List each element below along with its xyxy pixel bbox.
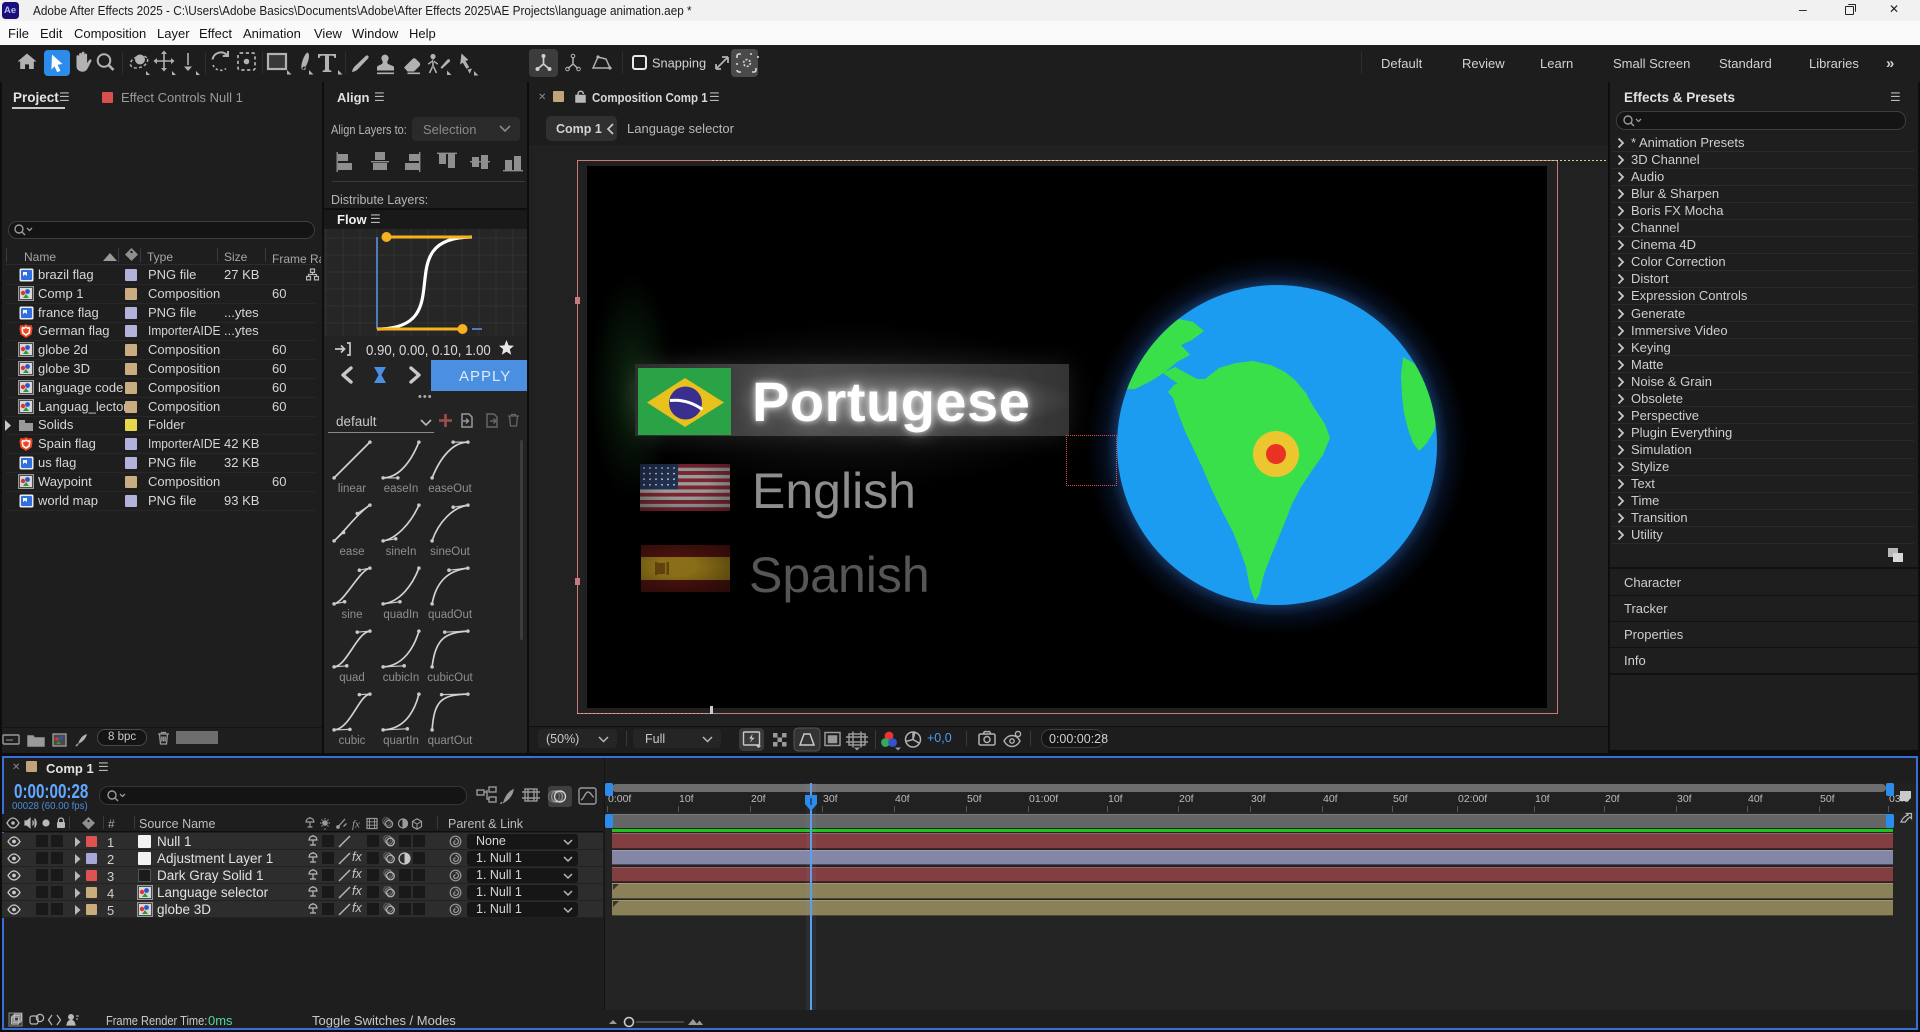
svg-text:fx: fx [352,819,360,831]
svg-text:Snapping: Snapping [652,56,706,71]
